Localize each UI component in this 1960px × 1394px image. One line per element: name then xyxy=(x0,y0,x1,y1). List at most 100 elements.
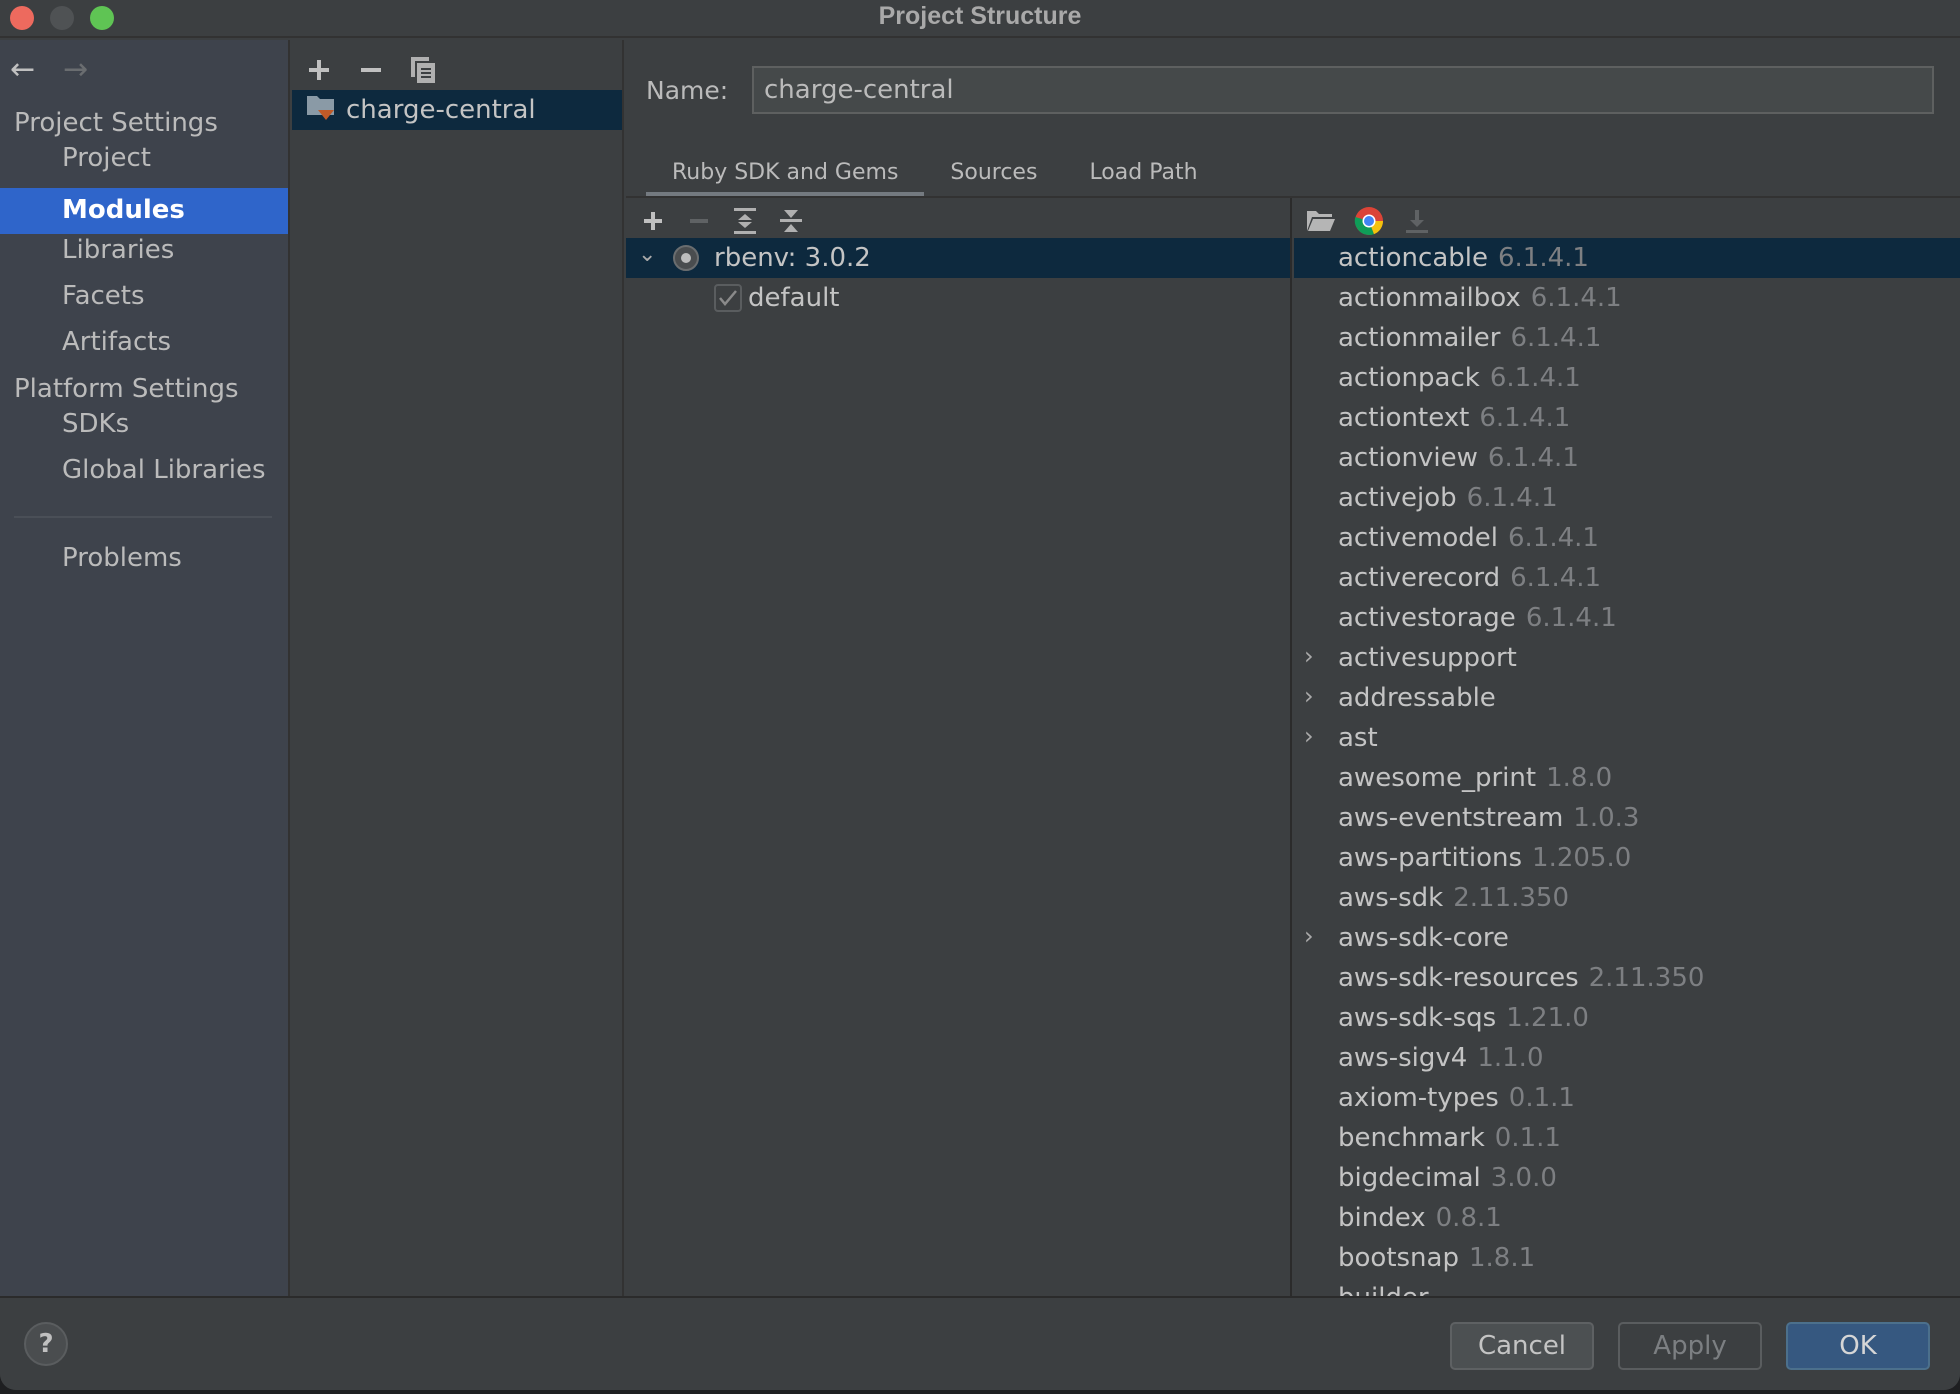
remove-icon xyxy=(684,206,714,236)
remove-icon[interactable] xyxy=(356,55,386,85)
gem-label: addressable xyxy=(1338,683,1496,713)
sdk-label: rbenv: 3.0.2 xyxy=(714,243,871,273)
gemset-label: default xyxy=(748,283,840,313)
gem-label: aws-eventstream 1.0.3 xyxy=(1338,803,1639,833)
gemset-checkbox[interactable] xyxy=(714,284,742,316)
gem-name: actionmailbox xyxy=(1338,283,1521,313)
cancel-button[interactable]: Cancel xyxy=(1450,1322,1594,1370)
gem-row[interactable]: actioncable 6.1.4.1 xyxy=(1294,238,1960,278)
chevron-right-icon[interactable]: › xyxy=(1304,682,1314,710)
chevron-down-icon[interactable]: ⌄ xyxy=(638,242,656,267)
gem-name: awesome_print xyxy=(1338,763,1537,793)
add-icon[interactable] xyxy=(304,55,334,85)
sdk-tree-panel: ⌄ rbenv: 3.0.2 default xyxy=(626,198,1292,1296)
gem-row[interactable]: aws-sigv4 1.1.0 xyxy=(1294,1038,1960,1078)
sdk-radio-icon[interactable] xyxy=(672,244,700,276)
gem-version: 1.0.3 xyxy=(1573,803,1640,833)
gem-name: actionview xyxy=(1338,443,1478,473)
collapse-all-icon[interactable] xyxy=(776,206,806,236)
gem-row[interactable]: › addressable xyxy=(1294,678,1960,718)
gem-version: 1.21.0 xyxy=(1506,1003,1589,1033)
copy-icon[interactable] xyxy=(408,55,438,85)
sidebar-item-facets[interactable]: Facets xyxy=(0,274,288,320)
add-icon[interactable] xyxy=(638,206,668,236)
dialog-footer: ? Cancel Apply OK xyxy=(0,1296,1960,1390)
gem-name: actiontext xyxy=(1338,403,1470,433)
module-row[interactable]: charge-central xyxy=(292,90,622,130)
gem-name: activesupport xyxy=(1338,643,1517,673)
chevron-right-icon[interactable]: › xyxy=(1304,922,1314,950)
gem-row[interactable]: bigdecimal 3.0.0 xyxy=(1294,1158,1960,1198)
gem-label: activejob 6.1.4.1 xyxy=(1338,483,1558,513)
gem-row[interactable]: aws-sdk 2.11.350 xyxy=(1294,878,1960,918)
gem-version: 1.8.0 xyxy=(1546,763,1613,793)
gem-row[interactable]: actiontext 6.1.4.1 xyxy=(1294,398,1960,438)
gem-name: actioncable xyxy=(1338,243,1488,273)
gem-name: aws-sdk-core xyxy=(1338,923,1509,953)
gem-row[interactable]: builder xyxy=(1294,1278,1960,1296)
sidebar-item-project[interactable]: Project xyxy=(0,136,288,182)
gem-label: actionmailer 6.1.4.1 xyxy=(1338,323,1601,353)
gem-list: actioncable 6.1.4.1 actionmailbox 6.1.4.1 ac… xyxy=(1294,238,1960,1296)
open-folder-icon[interactable] xyxy=(1306,206,1336,236)
gem-row[interactable]: bootsnap 1.8.1 xyxy=(1294,1238,1960,1278)
arrow-right-icon[interactable]: → xyxy=(63,52,88,92)
gem-row[interactable]: awesome_print 1.8.0 xyxy=(1294,758,1960,798)
gem-label: axiom-types 0.1.1 xyxy=(1338,1083,1575,1113)
nav-arrows: ← → xyxy=(10,52,88,92)
gem-label: aws-sdk-core xyxy=(1338,923,1509,953)
gem-row[interactable]: › aws-sdk-core xyxy=(1294,918,1960,958)
gem-row[interactable]: aws-sdk-sqs 1.21.0 xyxy=(1294,998,1960,1038)
gem-row[interactable]: benchmark 0.1.1 xyxy=(1294,1118,1960,1158)
gem-row[interactable]: › activesupport xyxy=(1294,638,1960,678)
help-button[interactable]: ? xyxy=(24,1322,68,1366)
sidebar-item-sdks[interactable]: SDKs xyxy=(0,402,288,448)
sdk-row[interactable]: ⌄ rbenv: 3.0.2 xyxy=(626,238,1290,278)
sidebar-item-problems[interactable]: Problems xyxy=(0,536,288,582)
gem-label: aws-sdk-resources 2.11.350 xyxy=(1338,963,1704,993)
gem-label: aws-sigv4 1.1.0 xyxy=(1338,1043,1543,1073)
gem-name: aws-sdk xyxy=(1338,883,1444,913)
gem-row[interactable]: aws-partitions 1.205.0 xyxy=(1294,838,1960,878)
gem-row[interactable]: bindex 0.8.1 xyxy=(1294,1198,1960,1238)
ok-button[interactable]: OK xyxy=(1786,1322,1930,1370)
apply-button[interactable]: Apply xyxy=(1618,1322,1762,1370)
tab-load-path[interactable]: Load Path xyxy=(1063,150,1223,198)
gem-name: axiom-types xyxy=(1338,1083,1499,1113)
gem-row[interactable]: axiom-types 0.1.1 xyxy=(1294,1078,1960,1118)
tab-sources[interactable]: Sources xyxy=(924,150,1063,198)
gem-row[interactable]: activerecord 6.1.4.1 xyxy=(1294,558,1960,598)
chrome-icon[interactable] xyxy=(1354,206,1384,236)
gem-version: 6.1.4.1 xyxy=(1508,523,1599,553)
gem-row[interactable]: actionview 6.1.4.1 xyxy=(1294,438,1960,478)
tab-ruby-sdk-and-gems[interactable]: Ruby SDK and Gems xyxy=(646,150,925,198)
gem-row[interactable]: aws-sdk-resources 2.11.350 xyxy=(1294,958,1960,998)
gem-label: aws-partitions 1.205.0 xyxy=(1338,843,1631,873)
gem-name: actionmailer xyxy=(1338,323,1501,353)
arrow-left-icon[interactable]: ← xyxy=(10,52,35,92)
gem-version: 1.1.0 xyxy=(1477,1043,1544,1073)
chevron-right-icon[interactable]: › xyxy=(1304,722,1314,750)
gem-version: 0.1.1 xyxy=(1508,1083,1575,1113)
gem-row[interactable]: actionmailer 6.1.4.1 xyxy=(1294,318,1960,358)
sidebar-item-artifacts[interactable]: Artifacts xyxy=(0,320,288,366)
gem-label: awesome_print 1.8.0 xyxy=(1338,763,1612,793)
chevron-right-icon[interactable]: › xyxy=(1304,642,1314,670)
gem-version: 6.1.4.1 xyxy=(1510,323,1602,353)
gem-row[interactable]: activemodel 6.1.4.1 xyxy=(1294,518,1960,558)
gem-row[interactable]: activestorage 6.1.4.1 xyxy=(1294,598,1960,638)
expand-all-icon[interactable] xyxy=(730,206,760,236)
gem-version: 6.1.4.1 xyxy=(1497,243,1589,273)
gemset-row[interactable]: default xyxy=(626,278,1290,318)
gem-label: actionmailbox 6.1.4.1 xyxy=(1338,283,1622,313)
gem-row[interactable]: aws-eventstream 1.0.3 xyxy=(1294,798,1960,838)
sidebar-item-libraries[interactable]: Libraries xyxy=(0,228,288,274)
module-detail-panel: Name: Ruby SDK and Gems Sources Load Pat… xyxy=(626,40,1960,1296)
module-name-input[interactable] xyxy=(752,66,1934,114)
gem-label: activestorage 6.1.4.1 xyxy=(1338,603,1617,633)
gem-row[interactable]: actionpack 6.1.4.1 xyxy=(1294,358,1960,398)
gem-row[interactable]: actionmailbox 6.1.4.1 xyxy=(1294,278,1960,318)
sidebar-item-global-libraries[interactable]: Global Libraries xyxy=(0,448,288,494)
gem-row[interactable]: activejob 6.1.4.1 xyxy=(1294,478,1960,518)
gem-row[interactable]: › ast xyxy=(1294,718,1960,758)
